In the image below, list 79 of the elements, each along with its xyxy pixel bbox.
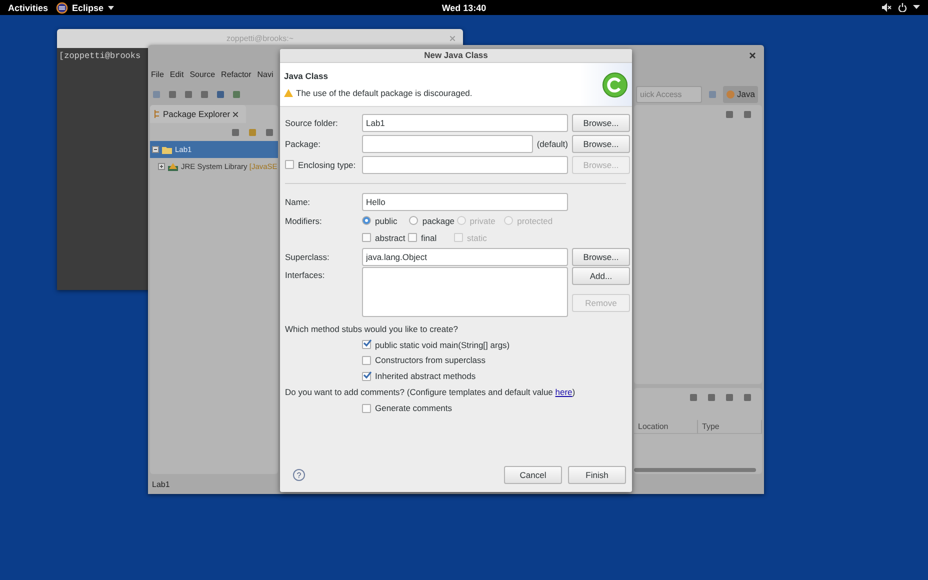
- package-field[interactable]: [362, 134, 533, 152]
- interfaces-list[interactable]: [362, 267, 568, 317]
- checkbox[interactable]: [362, 340, 371, 349]
- quick-access-field[interactable]: uick Access: [636, 86, 702, 102]
- checkbox[interactable]: [408, 233, 417, 242]
- superclass-field[interactable]: java.lang.Object: [362, 248, 568, 266]
- warning-message: The use of the default package is discouraged.: [296, 88, 472, 98]
- column-header[interactable]: Location: [634, 420, 698, 434]
- checkbox-label: Generate comments: [375, 403, 452, 413]
- checkbox-label: final: [421, 232, 437, 242]
- activities-button[interactable]: Activities: [8, 2, 48, 12]
- library-icon: [168, 162, 178, 170]
- checkbox-label: abstract: [375, 232, 406, 242]
- radio-button[interactable]: [409, 216, 418, 225]
- comments-question: Do you want to add comments? (Configure templates and default value here): [285, 387, 576, 397]
- radio-label: package: [422, 216, 455, 226]
- hierarchy-icon: [154, 110, 160, 118]
- field-label: Package:: [285, 138, 322, 148]
- checkbox-label: Inherited abstract methods: [375, 371, 476, 381]
- help-icon[interactable]: ?: [293, 469, 305, 481]
- menu-item[interactable]: Source: [190, 70, 216, 78]
- source-folder-field[interactable]: Lab1: [362, 114, 568, 132]
- menu-item[interactable]: File: [151, 70, 164, 78]
- radio-label: public: [375, 216, 398, 226]
- app-menu[interactable]: Eclipse: [72, 2, 104, 12]
- menu-item[interactable]: Navi: [257, 70, 274, 78]
- add-button[interactable]: Add...: [572, 267, 630, 285]
- checkbox-label: static: [467, 232, 487, 242]
- checkbox[interactable]: [362, 356, 371, 364]
- radio-label: protected: [517, 216, 553, 226]
- checkbox[interactable]: [362, 404, 371, 412]
- field-label: Modifiers:: [285, 216, 323, 226]
- browse-button[interactable]: Browse...: [572, 134, 630, 152]
- caret-icon: [108, 6, 114, 10]
- warning-icon: [284, 89, 293, 97]
- dialog-title: New Java Class: [280, 49, 632, 63]
- column-header[interactable]: Type: [698, 420, 762, 434]
- finish-button[interactable]: Finish: [568, 466, 626, 484]
- dialog-heading: Java Class: [284, 71, 329, 81]
- checkbox-label: public static void main(String[] args): [375, 340, 510, 350]
- power-icon: [898, 3, 907, 12]
- scrollbar[interactable]: [634, 468, 756, 472]
- field-label: Interfaces:: [285, 270, 326, 280]
- name-field[interactable]: Hello: [362, 192, 568, 210]
- cancel-button[interactable]: Cancel: [504, 466, 562, 484]
- field-label: Superclass:: [285, 252, 330, 262]
- checkbox-label: Constructors from superclass: [375, 355, 486, 365]
- field-label: Name:: [285, 196, 312, 206]
- terminal-prompt: [zoppetti@brooks: [59, 51, 141, 61]
- checkbox[interactable]: [362, 372, 371, 380]
- expand-icon: [158, 163, 165, 170]
- menu-item[interactable]: Edit: [170, 70, 184, 78]
- browse-button[interactable]: Browse...: [572, 248, 630, 266]
- radio-button[interactable]: [362, 216, 371, 225]
- class-logo-icon: [602, 72, 628, 98]
- status-text: Lab1: [152, 480, 170, 488]
- here-link[interactable]: here: [555, 387, 572, 397]
- checkbox[interactable]: [285, 160, 294, 169]
- close-icon: [233, 112, 238, 116]
- view-tab[interactable]: Package Explorer: [150, 105, 246, 123]
- field-label: Source folder:: [285, 118, 339, 128]
- collapse-icon: [152, 146, 159, 153]
- menu-item[interactable]: Refactor: [221, 70, 252, 78]
- enclosing-type-field[interactable]: [362, 156, 568, 174]
- default-package-note: (default): [536, 138, 568, 148]
- clock[interactable]: Wed 13:40: [442, 2, 486, 12]
- java-perspective-button[interactable]: Java: [723, 86, 758, 102]
- close-icon: [749, 52, 756, 58]
- close-icon: [450, 36, 455, 41]
- caret-icon: [913, 5, 920, 10]
- speaker-muted-icon: [882, 3, 892, 12]
- app-icon: [56, 2, 68, 14]
- checkbox[interactable]: [362, 233, 371, 242]
- java-perspective-icon: [726, 90, 735, 98]
- window-title: zoppetti@brooks:~: [226, 34, 294, 43]
- field-label: Enclosing type:: [298, 160, 356, 170]
- browse-button[interactable]: Browse...: [572, 114, 630, 132]
- radio-label: private: [470, 216, 496, 226]
- stubs-question: Which method stubs would you like to create?: [285, 324, 458, 334]
